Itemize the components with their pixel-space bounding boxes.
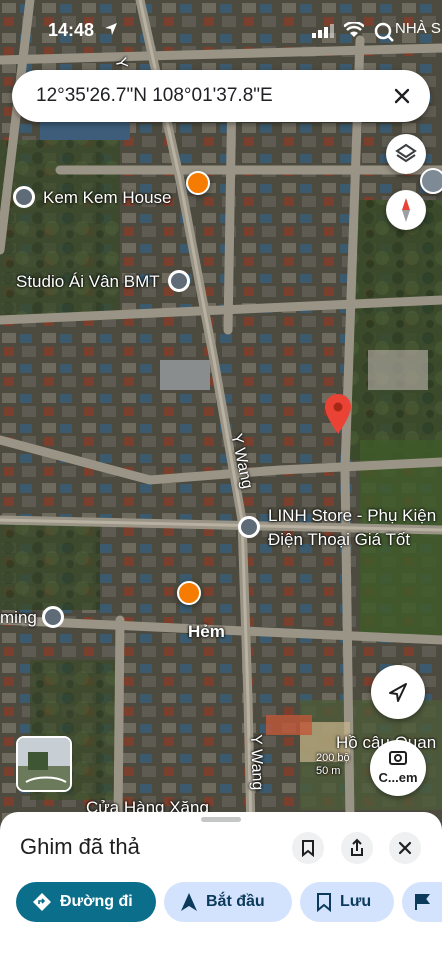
close-icon xyxy=(398,841,412,855)
scale-bar: 200 bộ 50 m xyxy=(316,752,350,777)
coordinates-text[interactable]: 12°35'26.7"N 108°01'37.8"E xyxy=(36,85,273,107)
layers-button[interactable] xyxy=(386,134,426,174)
street-view-thumbnail[interactable] xyxy=(16,736,72,792)
street-label-hem: Hẻm xyxy=(188,622,225,641)
lens-label: C...em xyxy=(378,770,418,785)
camera-icon xyxy=(389,751,407,765)
place-ming[interactable]: ming xyxy=(0,608,37,628)
restaurant-icon[interactable] xyxy=(186,171,210,195)
compass-icon xyxy=(402,198,410,222)
signal-icon xyxy=(312,24,334,38)
share-button[interactable] xyxy=(341,832,373,864)
place-pin-icon[interactable] xyxy=(13,186,35,208)
save-button[interactable]: Lưu xyxy=(300,882,394,922)
layers-icon xyxy=(395,143,417,163)
location-arrow-icon xyxy=(105,23,117,35)
place-sheet[interactable]: Ghim đã thả Đường đi Bắt đầu Lưu xyxy=(0,812,442,960)
bookmark-icon xyxy=(317,893,331,912)
lens-button[interactable]: C...em xyxy=(370,740,426,796)
status-bar: 14:48 NHÀ S xyxy=(0,18,442,46)
my-location-button[interactable] xyxy=(371,665,425,719)
place-pin-icon[interactable] xyxy=(168,270,190,292)
directions-icon xyxy=(33,893,51,911)
navigation-arrow-icon xyxy=(389,683,407,702)
start-label: Bắt đầu xyxy=(206,893,265,910)
place-studio-ai-van[interactable]: Studio Ái Vân BMT xyxy=(16,272,160,292)
bookmark-icon xyxy=(302,840,314,858)
dropped-pin-icon[interactable] xyxy=(325,394,351,434)
sheet-drag-handle[interactable] xyxy=(201,817,241,822)
street-view-icon xyxy=(18,738,70,790)
restaurant-icon[interactable] xyxy=(420,168,442,194)
save-label: Lưu xyxy=(340,893,372,910)
share-icon xyxy=(351,838,363,856)
wifi-icon xyxy=(344,22,364,37)
navigation-arrow-icon xyxy=(181,893,197,911)
search-bar[interactable]: 12°35'26.7"N 108°01'37.8"E xyxy=(12,70,430,122)
cafe-icon[interactable] xyxy=(177,581,201,605)
carrier-label: NHÀ S xyxy=(395,20,441,37)
place-kem-kem-house[interactable]: Kem Kem House xyxy=(43,188,172,208)
street-label-y-wang-bottom: Y Wang xyxy=(247,734,266,791)
place-linh-store-line1[interactable]: LINH Store - Phụ Kiện xyxy=(268,506,436,526)
place-linh-store-line2[interactable]: Điện Thoại Giá Tốt xyxy=(268,530,410,550)
directions-label: Đường đi xyxy=(60,893,133,910)
place-pin-icon[interactable] xyxy=(42,606,64,628)
save-bookmark-button[interactable] xyxy=(292,832,324,864)
sheet-title: Ghim đã thả xyxy=(20,834,140,859)
search-icon xyxy=(374,22,394,42)
close-sheet-button[interactable] xyxy=(389,832,421,864)
directions-button[interactable]: Đường đi xyxy=(16,882,156,922)
flag-icon xyxy=(415,894,430,910)
compass-button[interactable] xyxy=(386,190,426,230)
clock: 14:48 xyxy=(48,20,95,40)
start-button[interactable]: Bắt đầu xyxy=(164,882,292,922)
close-icon[interactable] xyxy=(388,82,416,110)
place-pin-icon[interactable] xyxy=(238,516,260,538)
label-button[interactable] xyxy=(402,882,442,922)
